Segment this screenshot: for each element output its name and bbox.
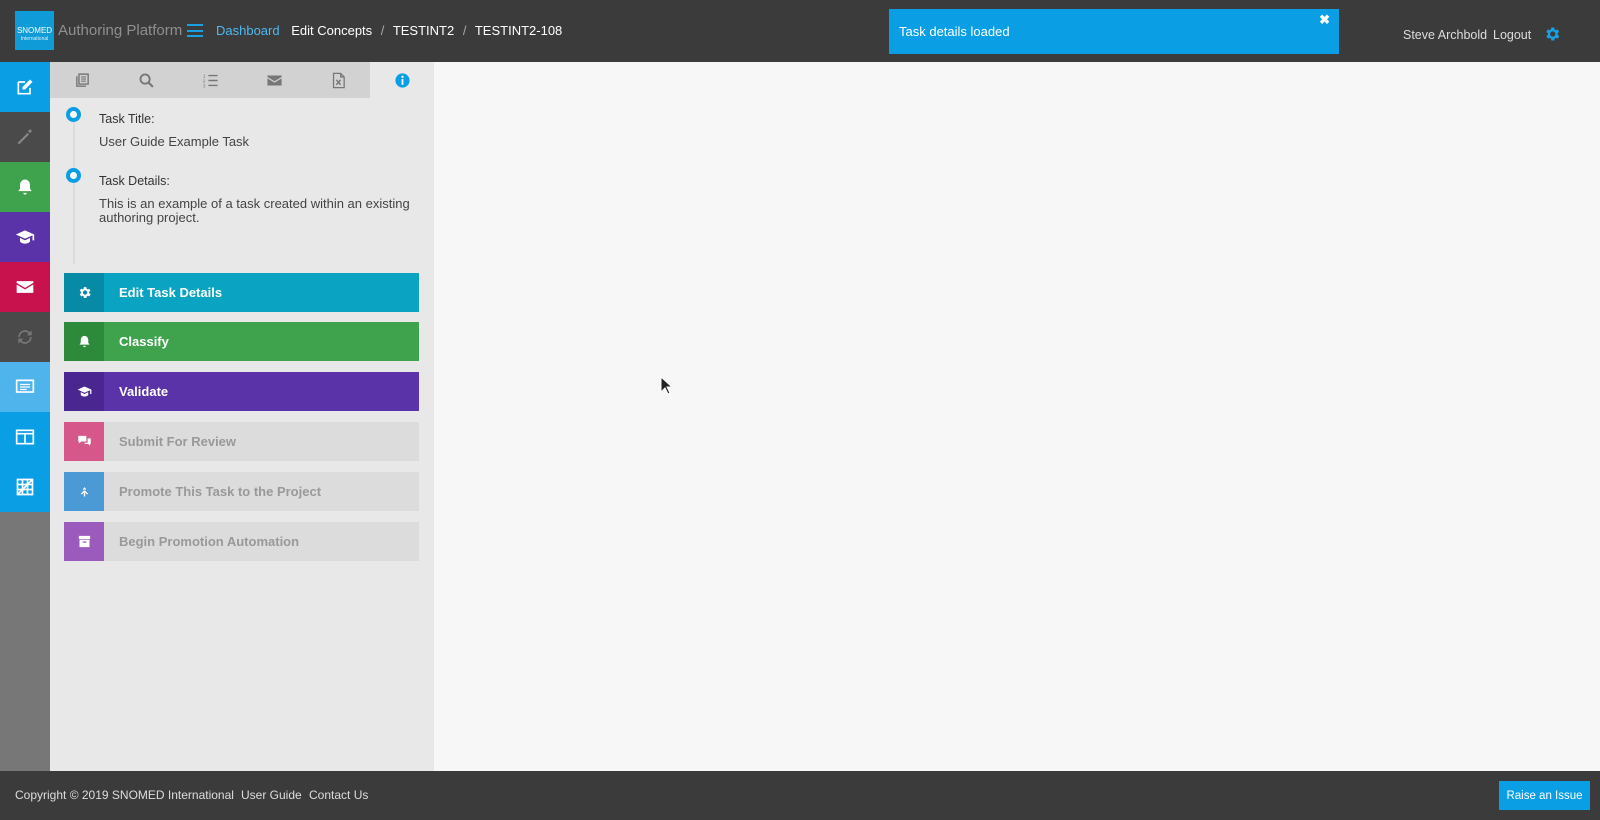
breadcrumb-dashboard[interactable]: Dashboard	[216, 23, 280, 38]
task-title-value: User Guide Example Task	[99, 134, 250, 149]
timeline-dot	[66, 107, 81, 122]
left-icon-rail	[0, 62, 50, 771]
tab-messages[interactable]	[242, 62, 306, 98]
classify-button[interactable]: Classify	[64, 322, 419, 361]
raise-an-issue-button[interactable]: Raise an Issue	[1499, 781, 1590, 810]
mouse-cursor-icon	[660, 376, 674, 395]
svg-text:2: 2	[202, 78, 205, 84]
magic-wand-icon[interactable]	[0, 112, 50, 162]
hamburger-menu-icon[interactable]	[187, 24, 203, 37]
close-icon[interactable]: ✖	[1319, 12, 1330, 28]
user-guide-link[interactable]: User Guide	[241, 788, 302, 802]
notification-toast: Task details loaded ✖	[889, 9, 1339, 54]
task-details-label: Task Details:	[99, 174, 170, 188]
comments-icon	[64, 422, 104, 461]
envelope-icon	[266, 75, 282, 85]
tab-books[interactable]	[50, 62, 114, 98]
promote-task-label: Promote This Task to the Project	[119, 484, 322, 499]
tab-ordered-list[interactable]: 123	[178, 62, 242, 98]
breadcrumb-separator: /	[380, 23, 385, 38]
validate-button[interactable]: Validate	[64, 372, 419, 411]
breadcrumb-edit-concepts[interactable]: Edit Concepts	[291, 23, 372, 38]
edit-icon[interactable]	[0, 62, 50, 112]
logo-subtext: International	[20, 36, 49, 42]
svg-text:3: 3	[202, 83, 205, 88]
top-header: SNOMED International Authoring Platform …	[0, 0, 1600, 62]
promote-task-button[interactable]: Promote This Task to the Project	[64, 472, 419, 511]
breadcrumb-project[interactable]: TESTINT2	[393, 23, 454, 38]
sync-icon[interactable]	[0, 312, 50, 362]
edit-task-details-button[interactable]: Edit Task Details	[64, 273, 419, 312]
envelope-icon[interactable]	[0, 262, 50, 312]
user-name: Steve Archbold	[1403, 28, 1488, 42]
app-title: Authoring Platform	[58, 22, 183, 39]
window-icon[interactable]	[0, 412, 50, 462]
task-details-value: This is an example of a task created wit…	[99, 196, 410, 225]
task-side-panel: 123 Task Title: User Guide Example Task …	[50, 62, 434, 771]
bell-icon	[64, 322, 104, 361]
timeline-dot	[66, 168, 81, 183]
svg-text:1: 1	[202, 73, 205, 79]
submit-for-review-label: Submit For Review	[119, 434, 237, 449]
copyright-text: Copyright © 2019 SNOMED International	[15, 788, 234, 802]
bell-icon[interactable]	[0, 162, 50, 212]
monitor-list-icon[interactable]	[0, 362, 50, 412]
graduation-cap-icon[interactable]	[0, 212, 50, 262]
toast-message: Task details loaded	[899, 24, 1010, 39]
contact-us-link[interactable]: Contact Us	[309, 788, 368, 802]
footer: Copyright © 2019 SNOMED International Us…	[0, 771, 1600, 820]
logout-link[interactable]: Logout	[1493, 28, 1531, 42]
breadcrumb: Dashboard Edit Concepts / TESTINT2 / TES…	[216, 23, 562, 38]
ordered-list-icon: 123	[202, 73, 218, 89]
logo-text: SNOMED	[16, 26, 53, 35]
snomed-logo[interactable]: SNOMED International	[15, 11, 54, 50]
begin-promotion-automation-label: Begin Promotion Automation	[119, 534, 300, 549]
grid-slash-icon[interactable]	[0, 462, 50, 512]
validate-label: Validate	[119, 384, 169, 399]
tab-info[interactable]	[370, 62, 434, 98]
info-icon	[394, 72, 410, 88]
breadcrumb-task[interactable]: TESTINT2-108	[475, 23, 562, 38]
excel-file-icon	[332, 72, 345, 88]
panel-tabs: 123	[50, 62, 434, 98]
tab-search[interactable]	[114, 62, 178, 98]
begin-promotion-automation-button[interactable]: Begin Promotion Automation	[64, 522, 419, 561]
settings-gear-icon[interactable]	[1543, 25, 1561, 43]
breadcrumb-separator: /	[462, 23, 467, 38]
timeline-line	[73, 114, 75, 264]
classify-label: Classify	[119, 334, 169, 349]
graduation-cap-icon	[64, 372, 104, 411]
edit-task-details-label: Edit Task Details	[119, 285, 223, 300]
books-icon	[75, 72, 89, 87]
gear-icon	[64, 273, 104, 312]
merge-arrow-icon	[64, 472, 104, 511]
task-title-label: Task Title:	[99, 112, 155, 126]
submit-for-review-button[interactable]: Submit For Review	[64, 422, 419, 461]
archive-icon	[64, 522, 104, 561]
tab-excel[interactable]	[306, 62, 370, 98]
search-icon	[139, 73, 154, 88]
